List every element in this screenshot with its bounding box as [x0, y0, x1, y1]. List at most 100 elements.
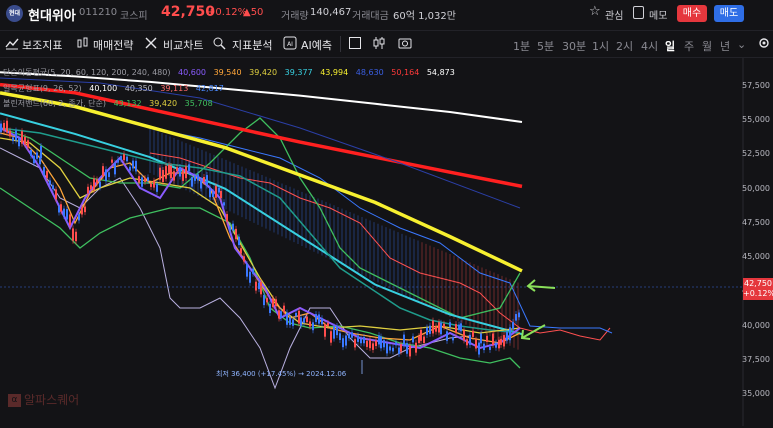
compare-icon[interactable] [144, 36, 158, 50]
candle-body [66, 209, 68, 220]
candle-body [312, 322, 314, 331]
candle-body [126, 156, 128, 162]
candle-body [3, 122, 5, 131]
watermark: α 알파스퀘어 [8, 391, 79, 408]
candle-body [220, 190, 222, 199]
price-chart[interactable] [0, 58, 773, 426]
candle-body [156, 183, 158, 192]
candle-body [315, 314, 317, 322]
candle-body [330, 331, 332, 343]
candle-body [27, 140, 29, 148]
ichimoku-value: 42,817 [195, 84, 224, 93]
period-year[interactable]: 년 [720, 38, 730, 54]
ma-value: 40,600 [178, 68, 207, 77]
favorite-button[interactable]: 관심 [605, 7, 623, 22]
ma-value: 54,873 [426, 68, 455, 77]
candle-body [327, 322, 329, 326]
candle-body [212, 192, 214, 198]
amount-label: 거래대금 [352, 11, 389, 22]
candle-body [306, 316, 308, 323]
candle-body [191, 177, 193, 187]
y-tick-label: 35,000 [742, 389, 770, 398]
candle-body [506, 331, 508, 341]
candle-body [440, 322, 442, 335]
y-tick-label: 55,000 [742, 115, 770, 125]
candle-body [418, 336, 420, 344]
chart-toolbar: 보조지표 매매전략 비교차트 지표분석 AI AI예측 1분 5분 30분 1시… [0, 30, 773, 58]
candle-body [449, 322, 451, 328]
analysis-icon[interactable] [212, 36, 226, 50]
candle-body [170, 165, 172, 179]
ma-value: 39,420 [249, 68, 278, 77]
period-4h[interactable]: 4시 [641, 38, 658, 54]
buy-button[interactable]: 매수 [677, 5, 707, 22]
candle-body [182, 170, 184, 181]
candle-body [409, 345, 411, 357]
candle-body [386, 343, 388, 354]
candle-body [176, 167, 178, 172]
period-week[interactable]: 주 [684, 38, 694, 54]
candle-body [263, 295, 265, 306]
period-30min[interactable]: 30분 [562, 38, 586, 54]
compare-button[interactable]: 비교차트 [163, 37, 203, 53]
memo-button[interactable]: 메모 [649, 7, 667, 22]
svg-text:AI: AI [287, 41, 293, 48]
y-tick-label: 52,500 [742, 149, 770, 159]
period-1min[interactable]: 1분 [513, 38, 530, 54]
alpha-square-icon: α [8, 394, 21, 407]
candle-body [144, 178, 146, 182]
period-2h[interactable]: 2시 [616, 38, 633, 54]
period-5min[interactable]: 5분 [537, 38, 554, 54]
y-tick-label: 37,500 [742, 354, 770, 364]
candle-body [266, 298, 268, 303]
candle-body [147, 177, 149, 182]
period-1h[interactable]: 1시 [592, 38, 609, 54]
strategy-button[interactable]: 매매전략 [93, 37, 133, 53]
chevron-down-icon[interactable]: ⌄ [737, 38, 746, 51]
candle-body [389, 346, 391, 351]
analysis-button[interactable]: 지표분석 [232, 37, 272, 53]
candle-body [375, 340, 377, 347]
memo-icon[interactable] [633, 6, 644, 19]
candle-body [378, 335, 380, 345]
candle-body [200, 180, 202, 189]
candle-body [141, 177, 143, 187]
period-month[interactable]: 월 [702, 38, 712, 54]
candle-body [102, 166, 104, 177]
ai-predict-button[interactable]: AI예측 [301, 37, 332, 53]
gear-icon[interactable] [757, 36, 771, 50]
candle-body [303, 318, 305, 323]
indicator-icon[interactable] [5, 36, 19, 50]
current-price-label: 42,750 +0.12% [743, 278, 773, 300]
candle-body [63, 208, 65, 217]
candle-body [15, 130, 17, 141]
candle-body [246, 264, 248, 277]
candlestick-icon[interactable] [372, 36, 386, 50]
candle-body [412, 336, 414, 343]
camera-icon[interactable] [398, 36, 412, 50]
indicator-button[interactable]: 보조지표 [22, 37, 62, 53]
candle-body [99, 181, 101, 188]
candle-body [366, 340, 368, 347]
candle-body [255, 281, 257, 291]
candle-body [357, 335, 359, 342]
candle-body [480, 333, 482, 344]
stock-code: 011210 [79, 7, 118, 18]
square-icon[interactable] [348, 36, 362, 50]
sell-button[interactable]: 매도 [714, 5, 744, 22]
candle-body [209, 188, 211, 198]
candle-body [392, 347, 394, 352]
stock-name[interactable]: 현대위아 [28, 5, 76, 24]
candle-body [443, 323, 445, 327]
candle-body [138, 176, 140, 183]
candle-body [469, 334, 471, 345]
candle-body [463, 330, 465, 341]
ma-value: 39,540 [213, 68, 242, 77]
strategy-icon[interactable] [76, 36, 90, 50]
candle-body [69, 214, 71, 226]
ai-icon[interactable]: AI [283, 36, 297, 50]
star-icon[interactable]: ☆ [589, 4, 601, 19]
leading-span-a [149, 152, 611, 341]
candle-body [179, 167, 181, 177]
period-day[interactable]: 일 [665, 38, 675, 54]
